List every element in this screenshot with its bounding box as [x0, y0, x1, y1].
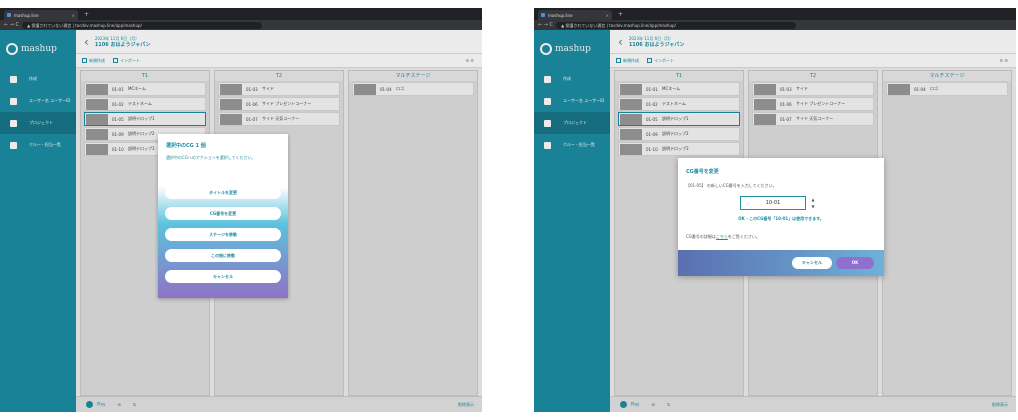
move-after-button[interactable]: この後に移動: [165, 249, 281, 262]
close-tab-icon[interactable]: ×: [72, 13, 75, 18]
nav-buttons[interactable]: ← → C: [4, 22, 19, 28]
move-stage-button[interactable]: ステージを移動: [165, 228, 281, 241]
details-link[interactable]: こちら: [716, 234, 728, 239]
action-popup: 選択中のCG 1 個 選択中のCGへのアクションを選択してください。 タイトルを…: [158, 134, 288, 298]
note-text: CG番号の詳細は: [686, 234, 716, 239]
close-tab-icon[interactable]: ×: [606, 13, 609, 18]
modal-description: 【01-05】 の新しいCG番号を入力してください。: [686, 183, 777, 188]
note-text: をご覧ください。: [727, 234, 760, 239]
screenshot-left: mashup.line × + ← → C ▲ 保護されていない通信 | tacd…: [0, 8, 482, 412]
popup-cancel-button[interactable]: キャンセル: [165, 270, 281, 283]
popup-description: 選択中のCGへのアクションを選択してください。: [166, 155, 256, 160]
modal-note: CG番号の詳細はこちらをご覧ください。: [686, 234, 760, 240]
browser-tab-bar: mashup.line × +: [534, 8, 1016, 20]
modal-footer: キャンセル OK: [678, 250, 884, 276]
cg-number-input[interactable]: 10-01: [740, 196, 806, 210]
change-title-button[interactable]: タイトルを変更: [165, 186, 281, 199]
nav-buttons[interactable]: ← → C: [538, 22, 553, 28]
ok-button[interactable]: OK: [836, 257, 874, 269]
new-tab-button[interactable]: +: [618, 11, 623, 18]
address-bar-row: ← → C ▲ 保護されていない通信 | tacdev.mashup.line/…: [534, 20, 1016, 30]
screenshot-right: mashup.line × + ← → C ▲ 保護されていない通信 | tacd…: [534, 8, 1016, 412]
change-cg-number-modal: CG番号を変更 【01-05】 の新しいCG番号を入力してください。 10-01…: [678, 158, 884, 276]
browser-tab-bar: mashup.line × +: [0, 8, 482, 20]
favicon-icon: [7, 13, 11, 17]
number-spinner-icon[interactable]: ▲ ▼: [810, 196, 816, 210]
browser-tab[interactable]: mashup.line ×: [538, 10, 612, 20]
tab-title: mashup.line: [548, 12, 573, 18]
popup-title: 選択中のCG 1 個: [166, 143, 206, 149]
cancel-button[interactable]: キャンセル: [792, 257, 832, 269]
browser-tab[interactable]: mashup.line ×: [4, 10, 78, 20]
new-tab-button[interactable]: +: [84, 11, 89, 18]
validation-message: OK - このCG番号「10-01」は使用できます。: [738, 216, 824, 221]
url-field[interactable]: ▲ 保護されていない通信 | tacdev.mashup.line/app/ma…: [22, 21, 263, 29]
url-field[interactable]: ▲ 保護されていない通信 | tacdev.mashup.line/app/ma…: [556, 21, 797, 29]
favicon-icon: [541, 13, 545, 17]
change-cg-number-button[interactable]: CG番号を変更: [165, 207, 281, 220]
tab-title: mashup.line: [14, 12, 39, 18]
address-bar-row: ← → C ▲ 保護されていない通信 | tacdev.mashup.line/…: [0, 20, 482, 30]
modal-title: CG番号を変更: [686, 169, 719, 175]
